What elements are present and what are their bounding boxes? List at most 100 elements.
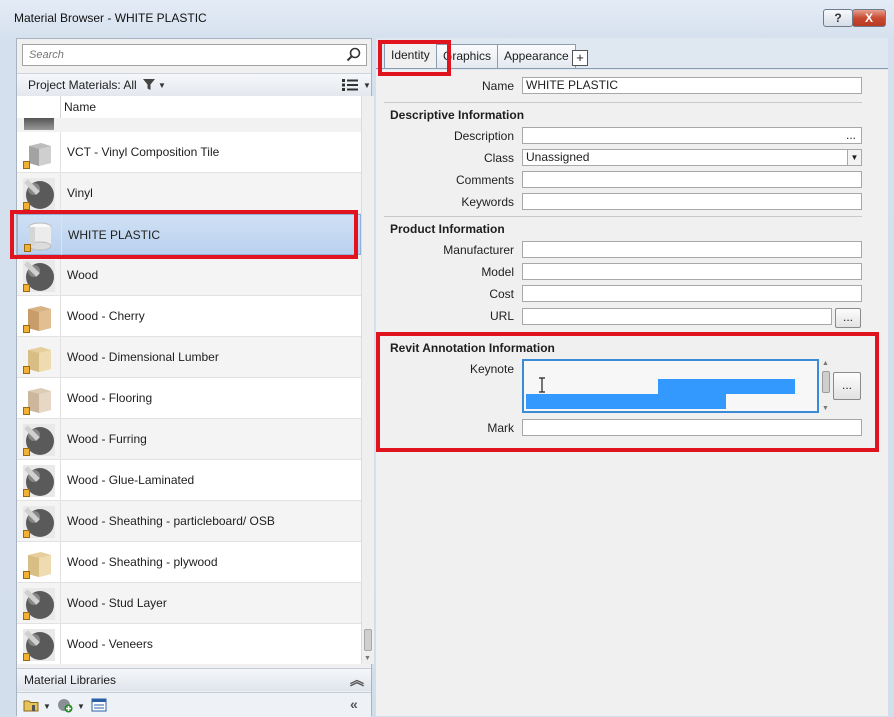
product-info-heading: Product Information bbox=[390, 222, 505, 236]
description-browse-button[interactable]: ... bbox=[846, 128, 856, 143]
column-divider bbox=[60, 624, 61, 664]
url-field[interactable] bbox=[522, 308, 832, 325]
library-toolbar: ▼ ▼ « bbox=[17, 692, 371, 717]
search-icon[interactable] bbox=[346, 47, 362, 63]
create-material-icon[interactable] bbox=[57, 697, 73, 713]
list-item-label: Wood - Sheathing - plywood bbox=[67, 555, 218, 569]
list-item-label: Wood - Stud Layer bbox=[67, 596, 167, 610]
chevron-down-icon[interactable]: ▼ bbox=[847, 150, 861, 165]
divider bbox=[384, 102, 862, 103]
tab-graphics[interactable]: Graphics bbox=[436, 44, 499, 68]
collapse-left-icon[interactable]: « bbox=[350, 696, 358, 712]
list-item[interactable]: Wood - Stud Layer bbox=[17, 583, 361, 624]
create-material-arrow[interactable]: ▼ bbox=[77, 702, 85, 711]
url-browse-button[interactable]: ... bbox=[835, 308, 861, 328]
view-options-arrow[interactable]: ▼ bbox=[363, 81, 371, 90]
url-label: URL bbox=[489, 309, 514, 323]
model-field[interactable] bbox=[522, 263, 862, 280]
expand-up-icon[interactable]: ︽ bbox=[350, 670, 364, 690]
class-label: Class bbox=[483, 151, 514, 165]
column-divider bbox=[61, 215, 62, 256]
list-item-label: Vinyl bbox=[67, 186, 93, 200]
warning-icon bbox=[23, 366, 30, 374]
list-item-label: WHITE PLASTIC bbox=[68, 228, 161, 242]
warning-icon bbox=[23, 407, 30, 415]
column-divider bbox=[60, 132, 61, 173]
class-dropdown[interactable]: Unassigned ▼ bbox=[522, 149, 862, 166]
scrollbar-thumb[interactable] bbox=[364, 629, 372, 651]
help-button[interactable]: ? bbox=[823, 9, 853, 27]
keynote-browse-button[interactable]: ... bbox=[833, 372, 861, 400]
list-item[interactable]: Wood - Cherry bbox=[17, 296, 361, 337]
view-options-icon[interactable] bbox=[341, 78, 359, 92]
material-libraries-bar[interactable]: Material Libraries ︽ bbox=[17, 668, 371, 691]
text-cursor-icon bbox=[539, 377, 545, 393]
warning-icon bbox=[23, 489, 30, 497]
project-materials-bar: Project Materials: All ▼ ▼ bbox=[17, 73, 371, 97]
title-bar: Material Browser - WHITE PLASTIC ? X bbox=[0, 0, 894, 36]
scroll-up-arrow[interactable]: ▲ bbox=[822, 360, 829, 367]
name-column-header[interactable]: Name bbox=[64, 100, 96, 114]
list-item[interactable]: Wood - Furring bbox=[17, 419, 361, 460]
column-divider bbox=[60, 173, 61, 214]
selected-text bbox=[526, 394, 726, 409]
column-divider bbox=[60, 419, 61, 460]
list-item[interactable]: Wood bbox=[17, 255, 361, 296]
comments-field[interactable] bbox=[522, 171, 862, 188]
list-scrollbar[interactable]: ▼ bbox=[361, 96, 374, 664]
add-tab-button[interactable]: + bbox=[572, 50, 588, 66]
mark-field[interactable] bbox=[522, 419, 862, 436]
warning-icon bbox=[23, 653, 30, 661]
filter-dropdown-arrow[interactable]: ▼ bbox=[158, 81, 166, 90]
column-divider bbox=[60, 542, 61, 583]
cost-field[interactable] bbox=[522, 285, 862, 302]
tab-appearance[interactable]: Appearance bbox=[497, 44, 576, 68]
list-item[interactable]: WHITE PLASTIC bbox=[17, 214, 361, 256]
library-folder-icon[interactable] bbox=[23, 697, 39, 713]
material-libraries-label: Material Libraries bbox=[24, 673, 117, 687]
description-label: Description bbox=[453, 129, 514, 143]
list-item[interactable]: VCT - Vinyl Composition Tile bbox=[17, 132, 361, 173]
close-button[interactable]: X bbox=[852, 9, 886, 27]
column-divider bbox=[60, 501, 61, 542]
library-folder-arrow[interactable]: ▼ bbox=[43, 702, 51, 711]
keynote-scrollbar[interactable]: ▲ ▼ bbox=[821, 359, 831, 413]
search-input[interactable] bbox=[23, 45, 355, 65]
scroll-down-arrow[interactable]: ▼ bbox=[822, 405, 829, 412]
list-item[interactable]: Wood - Dimensional Lumber bbox=[17, 337, 361, 378]
list-item-label: Wood - Sheathing - particleboard/ OSB bbox=[67, 514, 275, 528]
manufacturer-label: Manufacturer bbox=[443, 243, 514, 257]
warning-icon bbox=[23, 202, 30, 210]
list-item[interactable]: Wood - Sheathing - plywood bbox=[17, 542, 361, 583]
list-item[interactable]: Wood - Glue-Laminated bbox=[17, 460, 361, 501]
name-label: Name bbox=[481, 79, 514, 93]
search-box[interactable] bbox=[22, 44, 367, 66]
list-item[interactable]: Wood - Flooring bbox=[17, 378, 361, 419]
description-field[interactable]: ... bbox=[522, 127, 862, 144]
keywords-field[interactable] bbox=[522, 193, 862, 210]
window-title: Material Browser - WHITE PLASTIC bbox=[14, 11, 207, 25]
list-item[interactable]: Wood - Sheathing - particleboard/ OSB bbox=[17, 501, 361, 542]
scroll-down-arrow[interactable]: ▼ bbox=[364, 655, 371, 662]
thumbnail-column-header[interactable] bbox=[17, 96, 61, 118]
list-item-label: Wood - Dimensional Lumber bbox=[67, 350, 219, 364]
list-item-label: Wood - Furring bbox=[67, 432, 147, 446]
material-browser-window: Material Browser - WHITE PLASTIC ? X Pro… bbox=[0, 0, 894, 717]
list-item-label: Wood - Glue-Laminated bbox=[67, 473, 195, 487]
tab-identity[interactable]: Identity bbox=[384, 43, 437, 69]
manufacturer-field[interactable] bbox=[522, 241, 862, 258]
name-field[interactable]: WHITE PLASTIC bbox=[522, 77, 862, 94]
sphere-dark-icon bbox=[24, 118, 54, 130]
list-item[interactable]: Vinyl bbox=[17, 173, 361, 214]
list-item-label: Wood - Cherry bbox=[67, 309, 145, 323]
list-item[interactable]: Wood - Veneers bbox=[17, 624, 361, 664]
model-label: Model bbox=[481, 265, 514, 279]
asset-editor-icon[interactable] bbox=[91, 697, 107, 713]
list-item-partial[interactable] bbox=[17, 118, 361, 132]
scrollbar-thumb[interactable] bbox=[822, 371, 830, 393]
keynote-field[interactable] bbox=[522, 359, 819, 413]
material-editor-panel: Identity Graphics Appearance + Name WHIT… bbox=[376, 38, 888, 716]
class-value: Unassigned bbox=[526, 150, 590, 164]
filter-icon[interactable] bbox=[142, 78, 156, 92]
warning-icon bbox=[23, 325, 30, 333]
